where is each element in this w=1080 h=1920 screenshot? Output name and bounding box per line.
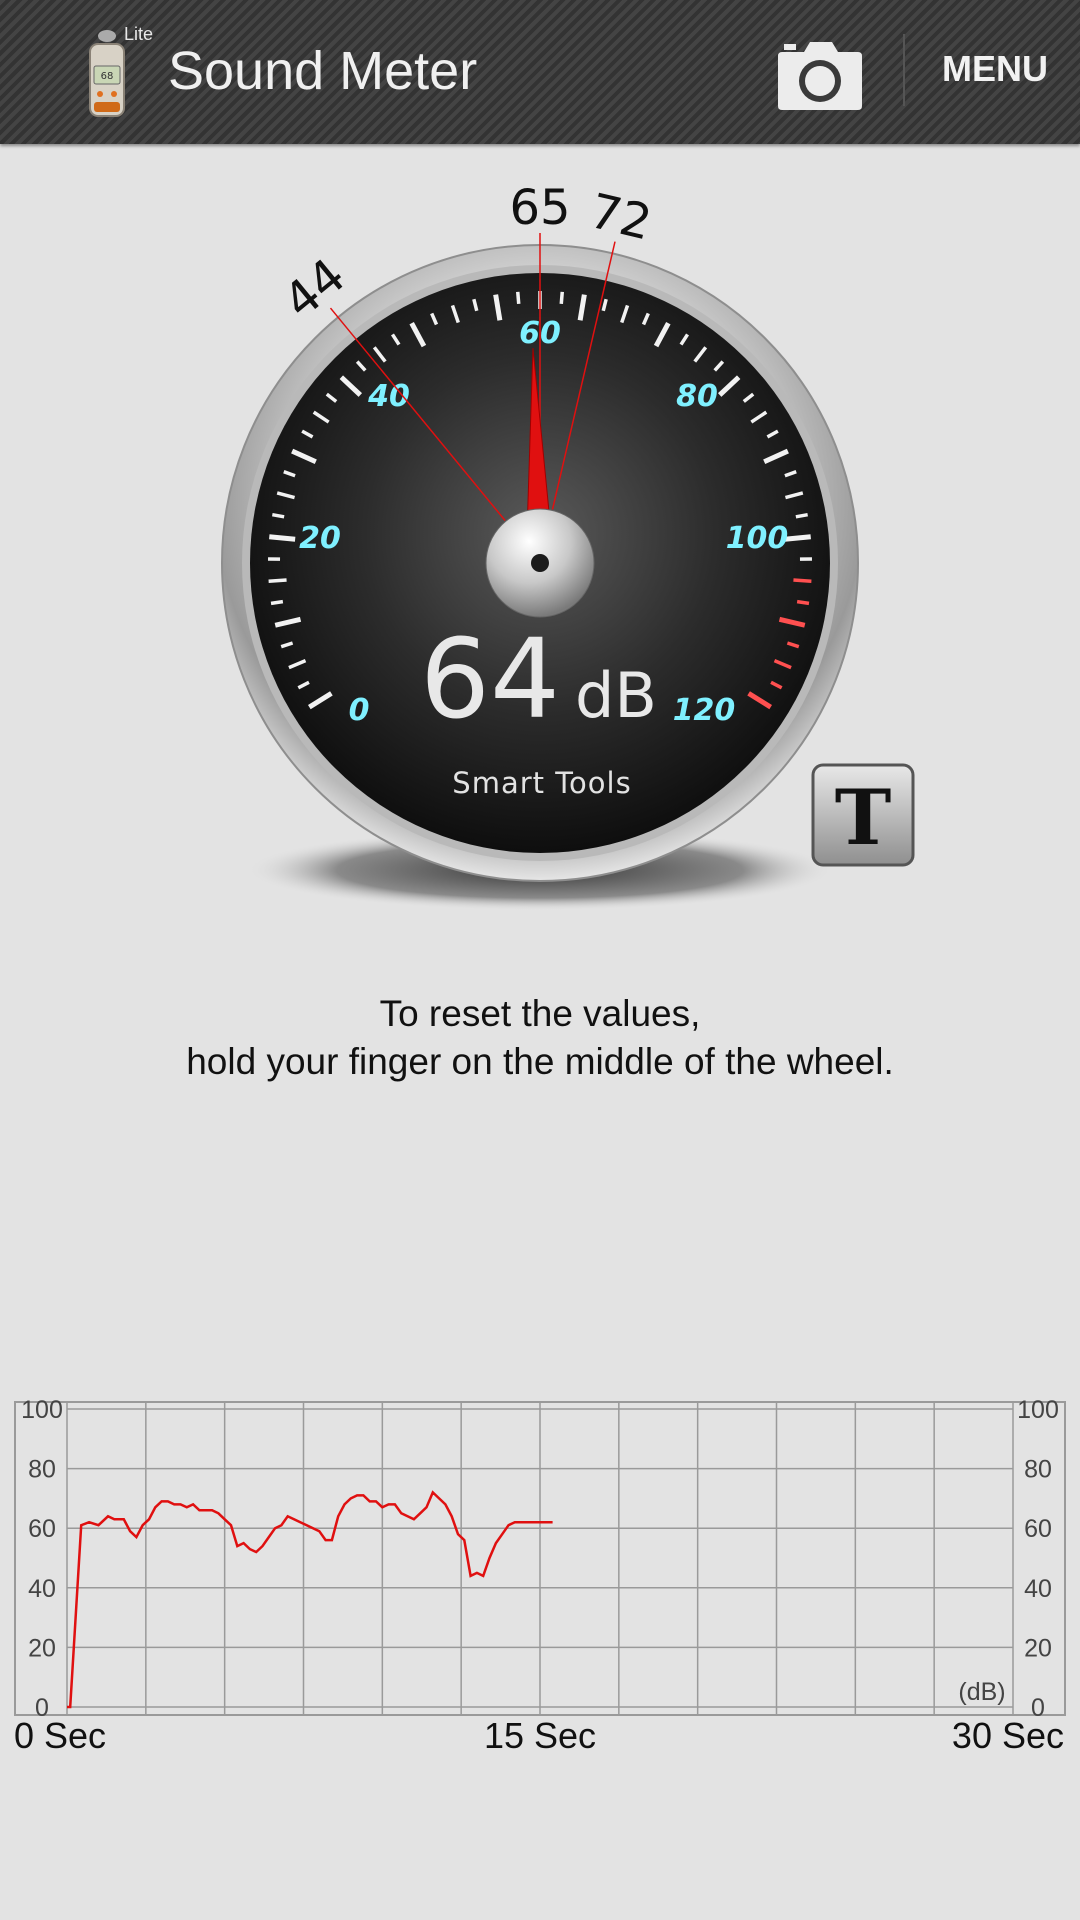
sound-history-graph: 100806040200 100806040200 (dB) 0 Sec 15 … xyxy=(14,1396,1066,1756)
gauge-tick xyxy=(796,599,810,606)
sound-level-gauge[interactable]: 0 20 40 60 80 100 120 44 65 72 64 dB Sma… xyxy=(170,160,910,920)
gauge-tick xyxy=(784,534,811,542)
text-mode-icon: T xyxy=(835,773,892,862)
y-tick-label-left: 100 xyxy=(21,1396,63,1424)
gauge-tick xyxy=(793,578,812,583)
y-tick-label-left: 80 xyxy=(28,1456,56,1484)
gauge-tick xyxy=(795,512,808,519)
x-label-start: 0 Sec xyxy=(14,1715,106,1756)
series-line xyxy=(67,1490,553,1709)
app-title: Sound Meter xyxy=(168,41,478,101)
instruction-line-1: To reset the values, xyxy=(379,993,701,1034)
instruction-line-2: hold your finger on the middle of the wh… xyxy=(186,1041,894,1082)
x-label-end: 30 Sec xyxy=(952,1715,1064,1756)
reading-value: 64 xyxy=(420,615,560,743)
lite-badge: Lite xyxy=(124,24,154,44)
graph-grid xyxy=(14,1401,1066,1716)
action-bar: 68 Lite Sound Meter MENU xyxy=(0,0,1080,144)
gauge-tick xyxy=(272,512,285,519)
gauge-hub-center xyxy=(531,554,549,572)
y-tick-label-left: 60 xyxy=(28,1515,56,1543)
camera-icon[interactable] xyxy=(770,28,870,118)
y-tick-label-left: 40 xyxy=(28,1575,56,1603)
avg-marker-label: 65 xyxy=(509,180,570,236)
text-mode-button[interactable]: T xyxy=(810,762,916,868)
scale-label-0: 0 xyxy=(349,693,370,728)
reset-instruction: To reset the values, hold your finger on… xyxy=(0,990,1080,1086)
action-divider xyxy=(903,34,905,106)
y-tick-label-left: 20 xyxy=(28,1634,56,1662)
x-label-mid: 15 Sec xyxy=(484,1715,596,1756)
y-tick-label-right: 80 xyxy=(1024,1456,1052,1484)
y-tick-label-right: 20 xyxy=(1024,1634,1052,1662)
scale-label-120: 120 xyxy=(673,693,736,728)
y-tick-label-right: 100 xyxy=(1017,1396,1059,1424)
max-marker-label: 72 xyxy=(585,183,657,251)
scale-label-100: 100 xyxy=(726,521,789,556)
gauge-tick xyxy=(559,291,564,305)
menu-button[interactable]: MENU xyxy=(920,48,1070,90)
gauge-tick xyxy=(269,534,296,542)
y-tick-label-right: 40 xyxy=(1024,1575,1052,1603)
brand-label: Smart Tools xyxy=(452,766,631,800)
gauge-tick xyxy=(516,291,521,305)
scale-label-80: 80 xyxy=(676,379,718,414)
y-axis-right: 100806040200 xyxy=(1017,1396,1059,1722)
y-tick-label-right: 60 xyxy=(1024,1515,1052,1543)
gauge-tick xyxy=(268,578,287,583)
scale-label-20: 20 xyxy=(299,521,341,556)
reading-unit: dB xyxy=(575,659,657,732)
y-axis-left: 100806040200 xyxy=(21,1396,63,1722)
unit-label: (dB) xyxy=(958,1678,1005,1706)
gauge-tick xyxy=(270,599,284,606)
svg-text:68: 68 xyxy=(101,71,114,82)
